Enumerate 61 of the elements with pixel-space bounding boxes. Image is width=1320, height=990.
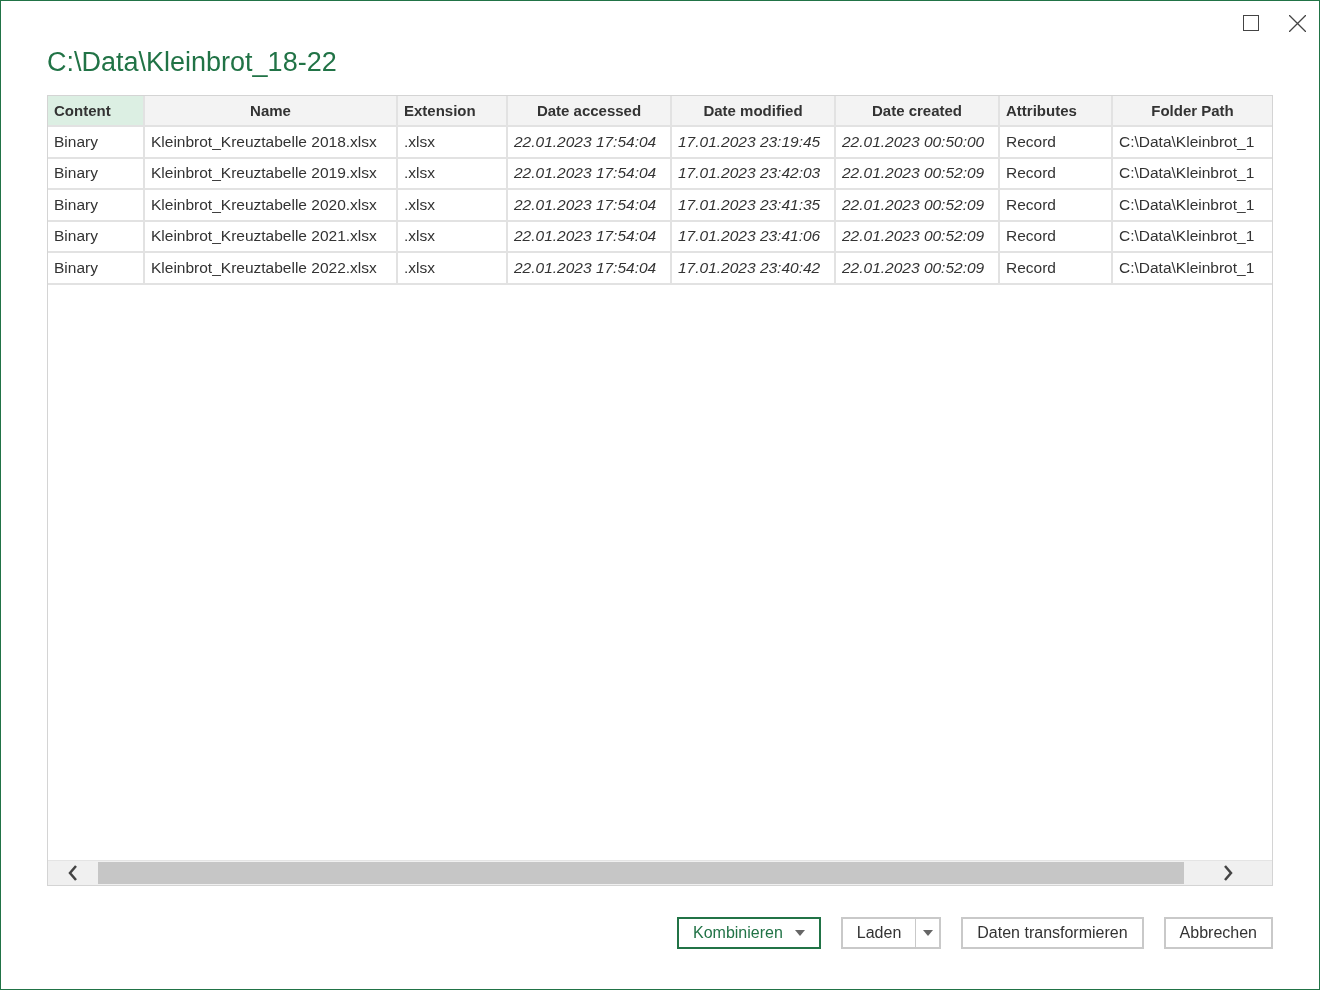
table-cell: 22.01.2023 17:54:04: [508, 221, 672, 253]
table-cell: C:\Data\Kleinbrot_1: [1113, 221, 1272, 253]
combine-button[interactable]: Kombinieren: [677, 917, 821, 949]
horizontal-scrollbar[interactable]: [48, 860, 1272, 885]
column-header[interactable]: Date created: [836, 96, 1000, 127]
table-cell: 22.01.2023 17:54:04: [508, 190, 672, 222]
table-cell: C:\Data\Kleinbrot_1: [1113, 158, 1272, 190]
table-cell: Binary: [48, 158, 145, 190]
table-cell: Kleinbrot_Kreuztabelle 2018.xlsx: [145, 127, 398, 159]
table-cell: 22.01.2023 00:52:09: [836, 221, 1000, 253]
table-cell: 22.01.2023 17:54:04: [508, 127, 672, 159]
column-header[interactable]: Date modified: [672, 96, 836, 127]
table-cell: 22.01.2023 17:54:04: [508, 158, 672, 190]
table-cell: Record: [1000, 221, 1113, 253]
table-cell: .xlsx: [398, 221, 508, 253]
table-cell: Binary: [48, 221, 145, 253]
table-cell: Binary: [48, 127, 145, 159]
table-cell: Record: [1000, 158, 1113, 190]
table-cell: .xlsx: [398, 190, 508, 222]
column-header[interactable]: Attributes: [1000, 96, 1113, 127]
column-header[interactable]: Name: [145, 96, 398, 127]
table-cell: .xlsx: [398, 158, 508, 190]
table-cell: 17.01.2023 23:41:06: [672, 221, 836, 253]
table-cell: 17.01.2023 23:41:35: [672, 190, 836, 222]
scrollbar-thumb[interactable]: [98, 862, 1184, 884]
table-cell: Kleinbrot_Kreuztabelle 2019.xlsx: [145, 158, 398, 190]
caret-icon: [794, 930, 805, 936]
table-cell: Kleinbrot_Kreuztabelle 2022.xlsx: [145, 253, 398, 285]
caret-icon: [922, 930, 933, 936]
table-cell: 22.01.2023 00:52:09: [836, 190, 1000, 222]
table-cell: C:\Data\Kleinbrot_1: [1113, 253, 1272, 285]
column-header[interactable]: Date accessed: [508, 96, 672, 127]
table-cell: 17.01.2023 23:40:42: [672, 253, 836, 285]
window-title: C:\Data\Kleinbrot_18-22: [47, 47, 338, 79]
dialog-button[interactable]: Abbrechen: [1163, 917, 1273, 949]
table-cell: 22.01.2023 00:52:09: [836, 253, 1000, 285]
table-cell: 22.01.2023 17:54:04: [508, 253, 672, 285]
table-cell: 17.01.2023 23:19:45: [672, 127, 836, 159]
table-cell: Binary: [48, 190, 145, 222]
table-cell: Binary: [48, 253, 145, 285]
table-cell: Kleinbrot_Kreuztabelle 2020.xlsx: [145, 190, 398, 222]
maximize-icon: [1243, 15, 1259, 31]
table-cell: Kleinbrot_Kreuztabelle 2021.xlsx: [145, 221, 398, 253]
close-icon: [1288, 14, 1306, 32]
table-cell: Record: [1000, 190, 1113, 222]
table-cell: 17.01.2023 23:42:03: [672, 158, 836, 190]
chevron-right-icon: [1223, 865, 1233, 881]
split-button[interactable]: Laden: [840, 917, 942, 949]
table-cell: .xlsx: [398, 253, 508, 285]
table-cell: Record: [1000, 253, 1113, 285]
table-cell: 22.01.2023 00:52:09: [836, 158, 1000, 190]
column-header[interactable]: Folder Path: [1113, 96, 1272, 127]
table-cell: 22.01.2023 00:50:00: [836, 127, 1000, 159]
table-cell: Record: [1000, 127, 1113, 159]
chevron-left-icon: [68, 865, 78, 881]
dialog-button[interactable]: Daten transformieren: [961, 917, 1144, 949]
table-cell: C:\Data\Kleinbrot_1: [1113, 127, 1272, 159]
column-header[interactable]: Extension: [398, 96, 508, 127]
column-header[interactable]: Content: [48, 96, 145, 127]
table-cell: .xlsx: [398, 127, 508, 159]
table-cell: C:\Data\Kleinbrot_1: [1113, 190, 1272, 222]
